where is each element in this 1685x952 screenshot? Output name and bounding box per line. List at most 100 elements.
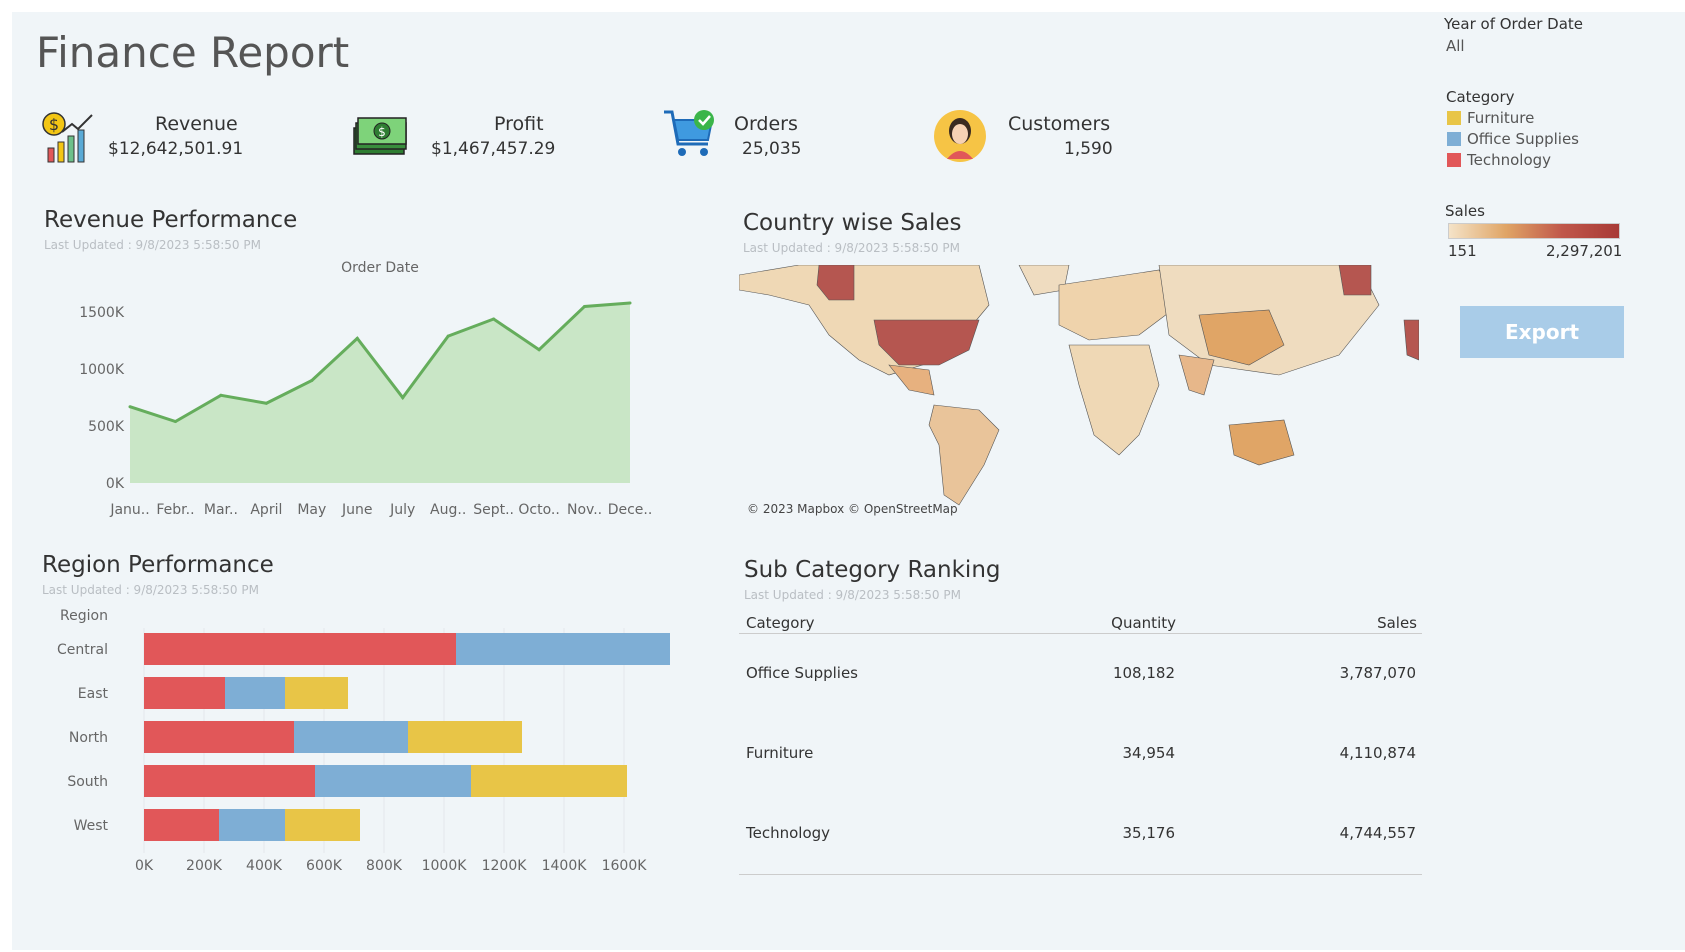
- legend-label: Furniture: [1467, 108, 1535, 127]
- sales-color-ramp: [1448, 223, 1620, 239]
- sales-legend-label: Sales: [1445, 202, 1485, 220]
- data-point: [401, 396, 405, 400]
- legend-item-technology[interactable]: Technology: [1447, 149, 1579, 170]
- subcat-table: Category Quantity Sales Office Supplies …: [739, 613, 1422, 875]
- legend-item-furniture[interactable]: Furniture: [1447, 107, 1579, 128]
- legend-label: Office Supplies: [1467, 129, 1580, 148]
- table-row[interactable]: Furniture 34,954 4,110,874: [739, 744, 1422, 764]
- x-tick-label: 400K: [246, 858, 283, 874]
- region-label: North: [69, 730, 108, 746]
- x-tick-label: 1600K: [602, 858, 648, 874]
- legend-label: Technology: [1467, 150, 1552, 169]
- x-tick-label: April: [250, 502, 282, 518]
- region-bar-chart: Region 0K 200K 400K 600K 800K 1000K 1200K 1400K 1…: [30, 600, 690, 880]
- world-sales-map[interactable]: © 2023 Mapbox © OpenStreetMap: [739, 265, 1419, 523]
- region-section-title: Region Performance: [42, 552, 274, 578]
- customer-avatar-icon: [933, 109, 987, 163]
- region-bar-segment: [456, 633, 690, 665]
- x-tick-label: Sept..: [473, 502, 514, 518]
- region-bar-segment: [144, 765, 315, 797]
- data-point: [492, 317, 496, 321]
- x-tick-label: Nov..: [567, 502, 602, 518]
- x-tick-label: Aug..: [430, 502, 466, 518]
- region-bar-segment: [294, 721, 408, 753]
- map-section-title: Country wise Sales: [743, 210, 962, 236]
- area-fill: [130, 303, 630, 483]
- x-tick-label: 800K: [366, 858, 403, 874]
- customers-value: 1,590: [1064, 139, 1113, 159]
- x-tick-label: Febr..: [156, 502, 194, 518]
- sales-legend-min: 151: [1448, 242, 1477, 260]
- table-cell-category: Office Supplies: [746, 664, 859, 682]
- revenue-value: $12,642,501.91: [108, 139, 244, 159]
- cart-icon: [662, 108, 718, 164]
- x-tick-label: 0K: [135, 858, 154, 874]
- region-label: South: [67, 774, 108, 790]
- subcat-last-updated: Last Updated : 9/8/2023 5:58:50 PM: [744, 588, 961, 602]
- data-point: [310, 379, 314, 382]
- export-button[interactable]: Export: [1460, 306, 1624, 358]
- x-tick-label: 1400K: [542, 858, 588, 874]
- column-header-quantity[interactable]: Quantity: [1039, 614, 1176, 632]
- table-cell-sales: 4,110,874: [1339, 744, 1416, 762]
- map-region-australia: [1228, 419, 1295, 466]
- orders-label: Orders: [734, 113, 798, 135]
- x-tick-label: Mar..: [204, 502, 238, 518]
- table-cell-quantity: 108,182: [1112, 664, 1175, 682]
- region-bar-segment: [144, 809, 219, 841]
- map-region-usa-east: [1403, 319, 1419, 361]
- region-bar-segment: [225, 677, 285, 709]
- x-tick-label: 1200K: [482, 858, 528, 874]
- table-header: Category Quantity Sales: [739, 613, 1422, 634]
- region-bar-segment: [144, 677, 225, 709]
- data-point: [628, 301, 632, 305]
- region-label: West: [74, 818, 109, 834]
- x-tick-label: 600K: [306, 858, 343, 874]
- legend-swatch: [1447, 152, 1461, 167]
- region-label: East: [78, 686, 109, 702]
- subcat-section-title: Sub Category Ranking: [744, 557, 1001, 583]
- table-cell-category: Furniture: [746, 744, 814, 762]
- table-cell-sales: 4,744,557: [1339, 824, 1416, 842]
- legend-item-office-supplies[interactable]: Office Supplies: [1447, 128, 1579, 149]
- region-bar-segment: [144, 721, 294, 753]
- profit-value: $1,467,457.29: [431, 139, 556, 159]
- column-header-category[interactable]: Category: [746, 614, 815, 632]
- y-tick-label: 1000K: [79, 362, 125, 378]
- customers-label: Customers: [1008, 113, 1111, 135]
- region-bar-segment: [408, 721, 522, 753]
- column-header-sales[interactable]: Sales: [1239, 614, 1417, 632]
- category-legend-label: Category: [1446, 88, 1515, 106]
- sales-legend-max: 2,297,201: [1546, 242, 1623, 260]
- money-icon: $: [352, 116, 408, 156]
- table-row[interactable]: Office Supplies 108,182 3,787,070: [739, 664, 1422, 684]
- x-tick-label: May: [297, 502, 326, 518]
- table-body: Office Supplies 108,182 3,787,070 Furnit…: [739, 634, 1422, 875]
- table-cell-quantity: 35,176: [1122, 824, 1176, 842]
- x-tick-label: 1000K: [422, 858, 468, 874]
- data-point: [219, 393, 223, 397]
- chart-title: Order Date: [341, 260, 419, 276]
- year-filter-value[interactable]: All: [1446, 37, 1465, 55]
- map-region-africa: [1068, 344, 1160, 456]
- table-row[interactable]: Technology 35,176 4,744,557: [739, 824, 1422, 844]
- y-axis-title: Region: [60, 608, 108, 624]
- region-last-updated: Last Updated : 9/8/2023 5:58:50 PM: [42, 583, 259, 597]
- year-filter-label: Year of Order Date: [1444, 15, 1583, 33]
- table-cell-category: Technology: [746, 824, 831, 842]
- data-point: [583, 304, 587, 308]
- svg-text:$: $: [49, 115, 59, 134]
- legend-swatch: [1447, 131, 1461, 146]
- map-region-india: [1178, 354, 1215, 396]
- x-tick-label: 200K: [186, 858, 223, 874]
- table-cell-quantity: 34,954: [1122, 744, 1176, 762]
- map-region-alaska-east: [1338, 265, 1372, 296]
- map-last-updated: Last Updated : 9/8/2023 5:58:50 PM: [743, 241, 960, 255]
- data-point: [264, 401, 268, 405]
- x-tick-label: Dece..: [608, 502, 653, 518]
- revenue-section-title: Revenue Performance: [44, 207, 298, 233]
- region-bar-segment: [285, 677, 348, 709]
- region-bar-segment: [315, 765, 471, 797]
- revenue-label: Revenue: [155, 113, 238, 135]
- region-label: Central: [57, 642, 108, 658]
